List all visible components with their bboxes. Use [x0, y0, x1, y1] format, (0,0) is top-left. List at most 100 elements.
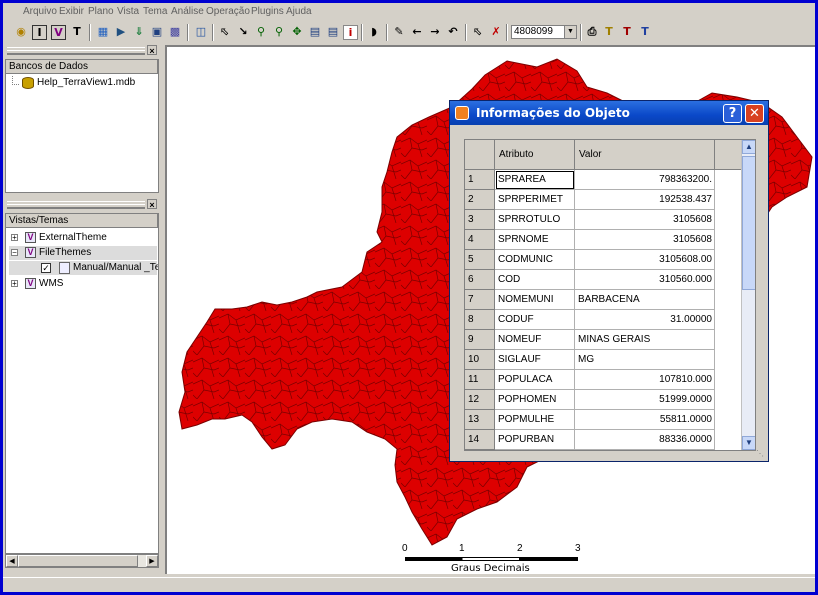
menu-plano[interactable]: Plano: [88, 6, 114, 17]
scroll-left-icon[interactable]: ◀: [6, 555, 18, 567]
tf-theme-icon[interactable]: T: [619, 24, 635, 40]
value-cell[interactable]: MG: [575, 350, 715, 370]
value-cell[interactable]: 798363200.: [575, 170, 715, 190]
select-icon[interactable]: ⬁: [470, 24, 486, 40]
attribute-cell[interactable]: CODUF: [495, 310, 575, 330]
delete-icon[interactable]: ✗: [488, 24, 504, 40]
clear-icon[interactable]: ▤: [325, 24, 341, 40]
pointer-icon[interactable]: ⬁: [217, 24, 233, 40]
tree-item-filethemes[interactable]: − V FileThemes: [9, 246, 157, 260]
zoom-in-icon[interactable]: ⚲: [253, 24, 269, 40]
database-icon[interactable]: ◉: [13, 24, 29, 40]
menu-operacao[interactable]: Operação: [206, 6, 250, 17]
close-icon[interactable]: ×: [147, 45, 157, 56]
scroll-up-icon[interactable]: ▲: [742, 140, 755, 154]
attribute-cell[interactable]: SPRROTULO: [495, 210, 575, 230]
help-button[interactable]: ?: [723, 104, 742, 123]
value-cell[interactable]: 192538.437: [575, 190, 715, 210]
attribute-cell[interactable]: SIGLAUF: [495, 350, 575, 370]
grid-icon[interactable]: ▩: [167, 24, 183, 40]
display-icon[interactable]: ▣: [149, 24, 165, 40]
text-t-icon[interactable]: T: [69, 24, 85, 40]
attribute-cell[interactable]: POPMULHE: [495, 410, 575, 430]
value-cell[interactable]: 107810.000: [575, 370, 715, 390]
attribute-cell[interactable]: SPRPERIMET: [495, 190, 575, 210]
draw-line-icon[interactable]: ✎: [391, 24, 407, 40]
info-icon[interactable]: i: [343, 25, 358, 40]
row-number: 13: [465, 410, 495, 430]
collapse-toggle[interactable]: −: [11, 249, 18, 257]
expand-toggle[interactable]: +: [11, 280, 18, 288]
view-v-icon[interactable]: V: [51, 25, 66, 40]
value-cell[interactable]: 88336.0000: [575, 430, 715, 450]
menu-tema[interactable]: Tema: [143, 6, 167, 17]
attribute-cell[interactable]: POPURBAN: [495, 430, 575, 450]
close-icon[interactable]: ×: [147, 199, 157, 210]
column-header-attribute[interactable]: Atributo: [495, 140, 575, 170]
resize-grip-icon[interactable]: ⋱: [756, 449, 766, 459]
grid-vertical-scrollbar[interactable]: ▲ ▼: [741, 140, 755, 450]
scroll-down-icon[interactable]: ▼: [742, 436, 755, 450]
menu-analise[interactable]: Análise: [171, 6, 204, 17]
menu-ajuda[interactable]: Ajuda: [286, 6, 312, 17]
value-cell[interactable]: 3105608: [575, 210, 715, 230]
forward-arrow-icon[interactable]: →: [427, 24, 443, 40]
export-icon[interactable]: ⇓: [131, 24, 147, 40]
column-header-value[interactable]: Valor: [575, 140, 715, 170]
tree-item-wms[interactable]: + V WMS: [9, 277, 157, 291]
undo-icon[interactable]: ↶: [445, 24, 461, 40]
chevron-down-icon[interactable]: ▼: [564, 26, 576, 38]
shape-icon[interactable]: ◗: [366, 24, 382, 40]
map-canvas[interactable]: 0 1 2 3 Graus Decimais Informações do Ob…: [165, 45, 815, 574]
value-cell[interactable]: BARBACENA: [575, 290, 715, 310]
databases-header: Bancos de Dados: [6, 60, 158, 74]
tree-item-manual-theme[interactable]: ✓ Manual/Manual _TerraV: [9, 261, 159, 275]
database-item[interactable]: Help_TerraView1.mdb: [10, 76, 150, 90]
attribute-cell[interactable]: POPULACA: [495, 370, 575, 390]
scroll-thumb[interactable]: [18, 555, 138, 567]
views-horizontal-scrollbar[interactable]: ◀ ▶: [5, 554, 159, 568]
scroll-thumb[interactable]: [742, 156, 755, 290]
attribute-cell[interactable]: NOMEUF: [495, 330, 575, 350]
info-i-icon[interactable]: I: [32, 25, 47, 40]
menu-arquivo[interactable]: Arquivo: [23, 6, 57, 17]
add-layer-icon[interactable]: ▦: [95, 24, 111, 40]
attribute-cell[interactable]: SPRNOME: [495, 230, 575, 250]
zoom-out-icon[interactable]: ⚲: [271, 24, 287, 40]
print-icon[interactable]: ⎙: [584, 24, 600, 40]
tree-item-label: Manual/Manual _TerraV: [73, 262, 159, 273]
attribute-cell[interactable]: SPRAREA: [495, 170, 575, 190]
tree-item-externaltheme[interactable]: + V ExternalTheme: [9, 231, 157, 245]
window-icon[interactable]: ◫: [193, 24, 209, 40]
theme-visibility-checkbox[interactable]: ✓: [41, 263, 51, 273]
databases-panel-titlebar[interactable]: ×: [5, 45, 159, 56]
value-cell[interactable]: MINAS GERAIS: [575, 330, 715, 350]
text-tool-icon[interactable]: T: [601, 24, 617, 40]
tv-view-icon[interactable]: T: [637, 24, 653, 40]
scale-tick-label: 2: [517, 543, 523, 554]
pan-icon[interactable]: ✥: [289, 24, 305, 40]
scroll-right-icon[interactable]: ▶: [146, 555, 158, 567]
expand-toggle[interactable]: +: [11, 234, 18, 242]
value-cell[interactable]: 55811.0000: [575, 410, 715, 430]
value-cell[interactable]: 310560.000: [575, 270, 715, 290]
query-icon[interactable]: ▶: [113, 24, 129, 40]
fit-icon[interactable]: ▤: [307, 24, 323, 40]
value-cell[interactable]: 3105608.00: [575, 250, 715, 270]
dialog-titlebar[interactable]: Informações do Objeto ? ✕: [450, 101, 768, 125]
views-panel-titlebar[interactable]: ×: [5, 199, 159, 210]
attribute-cell[interactable]: CODMUNIC: [495, 250, 575, 270]
close-button[interactable]: ✕: [745, 104, 764, 123]
value-cell[interactable]: 3105608: [575, 230, 715, 250]
zoom-area-icon[interactable]: ↘: [235, 24, 251, 40]
value-cell[interactable]: 31.00000: [575, 310, 715, 330]
attribute-cell[interactable]: POPHOMEN: [495, 390, 575, 410]
value-cell[interactable]: 51999.0000: [575, 390, 715, 410]
attribute-cell[interactable]: NOMEMUNI: [495, 290, 575, 310]
menu-vista[interactable]: Vista: [117, 6, 139, 17]
menu-exibir[interactable]: Exibir: [59, 6, 84, 17]
menu-plugins[interactable]: Plugins: [251, 6, 284, 17]
back-arrow-icon[interactable]: ←: [409, 24, 425, 40]
zoom-scale-select[interactable]: 4808099 ▼: [511, 25, 577, 39]
attribute-cell[interactable]: COD: [495, 270, 575, 290]
